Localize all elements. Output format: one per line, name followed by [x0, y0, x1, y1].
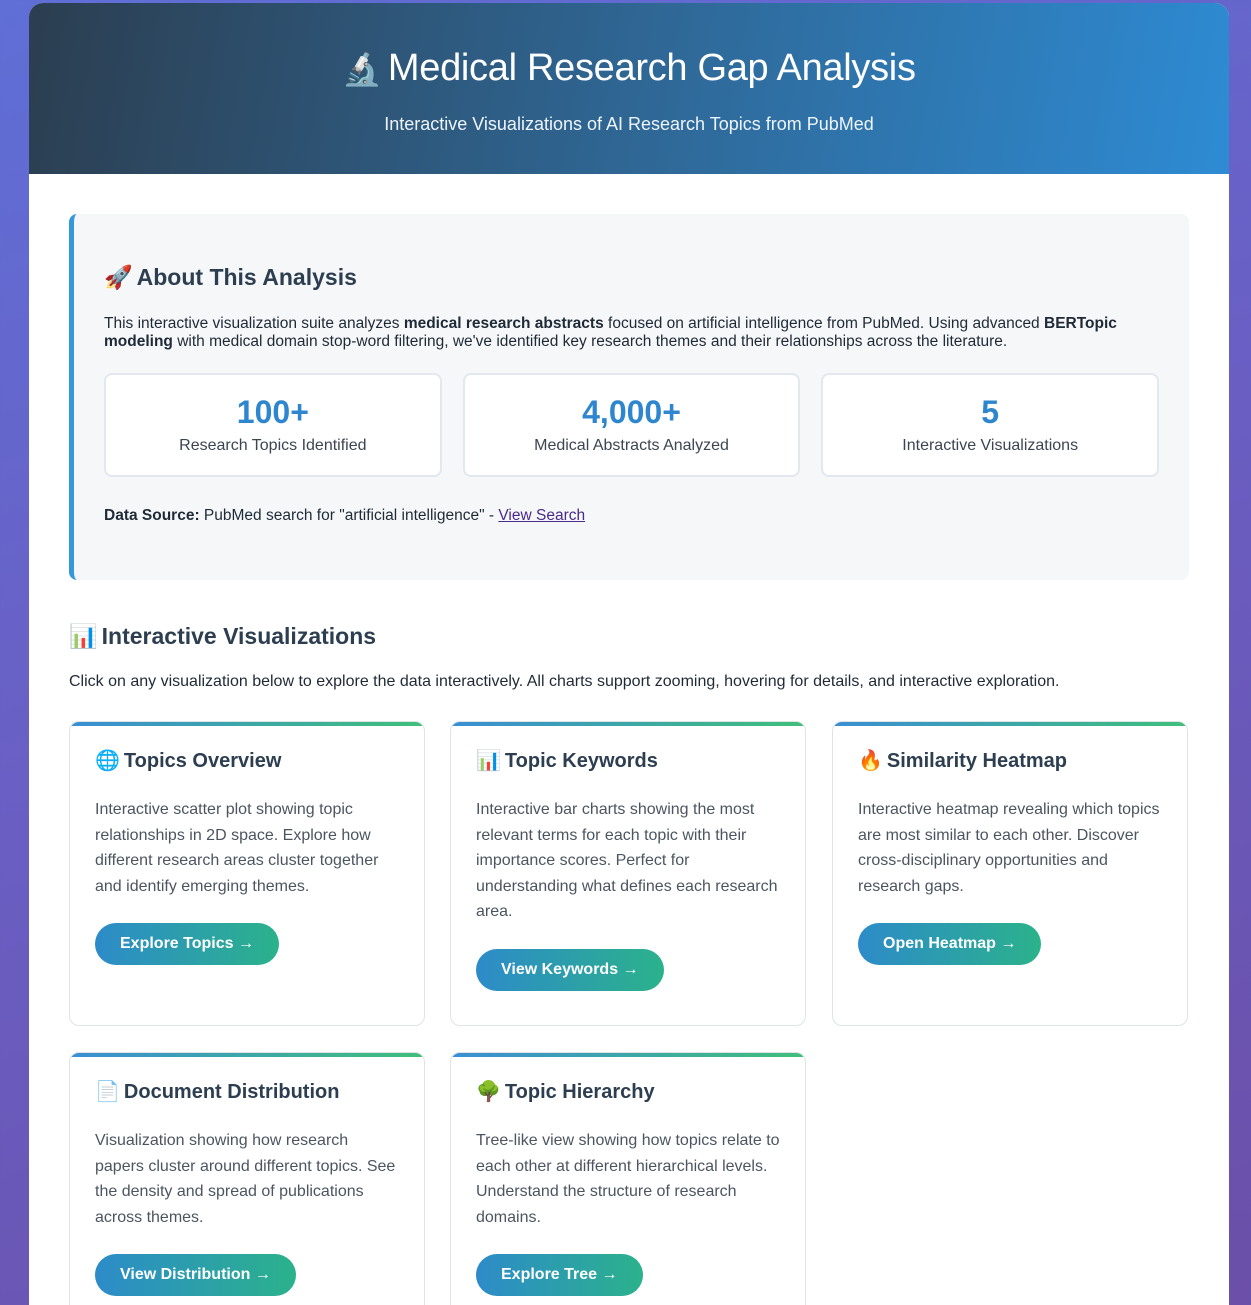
card-topic-keywords: 📊 Topic Keywords Interactive bar charts s… — [450, 721, 806, 1026]
view-distribution-button[interactable]: View Distribution → — [95, 1254, 296, 1296]
card-title: 🌳 Topic Hierarchy — [476, 1079, 780, 1104]
about-section: 🚀 About This Analysis This interactive vi… — [69, 214, 1189, 580]
about-desc-part-3: with medical domain stop-word filtering,… — [172, 333, 1008, 350]
view-search-link[interactable]: View Search — [498, 507, 585, 524]
card-description: Interactive bar charts showing the most … — [476, 801, 778, 920]
card-topics-overview: 🌐 Topics Overview Interactive scatter plo… — [69, 721, 425, 1026]
page-subtitle: Interactive Visualizations of AI Researc… — [384, 114, 874, 134]
stats-row: 100+ Research Topics Identified 4,000+ M… — [104, 373, 1160, 477]
rocket-icon: 🚀 — [104, 264, 133, 290]
card-similarity-heatmap: 🔥 Similarity Heatmap Interactive heatmap … — [832, 721, 1188, 1026]
card-description: Visualization showing how research paper… — [95, 1132, 396, 1226]
visualizations-title: 📊 Interactive Visualizations — [69, 623, 376, 650]
visualizations-description: Click on any visualization below to expl… — [69, 673, 1060, 690]
data-source-text: PubMed search for "artificial intelligen… — [199, 507, 499, 524]
card-title-text: Document Distribution — [123, 1081, 340, 1103]
stat-value: 5 — [981, 394, 1000, 430]
stat-value: 100+ — [236, 394, 309, 430]
card-title-text: Topics Overview — [123, 750, 282, 772]
data-source-label: Data Source: — [104, 507, 200, 524]
about-desc-part-2: focused on artificial intelligence from … — [603, 315, 1044, 332]
card-topic-hierarchy: 🌳 Topic Hierarchy Tree-like view showing … — [450, 1052, 806, 1305]
visualizations-title-text: Interactive Visualizations — [101, 623, 377, 649]
page-header: 🔬 Medical Research Gap Analysis Interacti… — [29, 3, 1229, 174]
tree-icon: 🌳 — [476, 1081, 501, 1103]
stat-label: Medical Abstracts Analyzed — [534, 437, 729, 454]
explore-tree-button[interactable]: Explore Tree → — [476, 1254, 643, 1296]
stat-card-visualizations: 5 Interactive Visualizations — [821, 373, 1160, 477]
globe-icon: 🌐 — [95, 750, 120, 772]
card-title-text: Topic Hierarchy — [504, 1081, 655, 1103]
card-description: Tree-like view showing how topics relate… — [476, 1132, 780, 1226]
document-icon: 📄 — [95, 1081, 120, 1103]
card-description: Interactive heatmap revealing which topi… — [858, 801, 1160, 895]
card-title: 📄 Document Distribution — [95, 1079, 399, 1104]
card-title: 📊 Topic Keywords — [476, 748, 780, 773]
fire-icon: 🔥 — [858, 750, 883, 772]
page-container: 🔬 Medical Research Gap Analysis Interacti… — [29, 3, 1229, 1305]
about-desc-bold-1: medical research abstracts — [403, 315, 604, 332]
open-heatmap-button[interactable]: Open Heatmap → — [858, 923, 1042, 965]
stat-label: Interactive Visualizations — [902, 437, 1079, 454]
stat-card-abstracts: 4,000+ Medical Abstracts Analyzed — [462, 373, 801, 477]
page-title-text: Medical Research Gap Analysis — [387, 47, 916, 89]
stat-card-topics: 100+ Research Topics Identified — [104, 373, 442, 477]
bar-chart-icon: 📊 — [69, 623, 98, 649]
card-title-text: Similarity Heatmap — [886, 750, 1067, 772]
stat-value: 4,000+ — [582, 394, 681, 430]
data-source: Data Source: PubMed search for "artifici… — [104, 507, 1159, 525]
stat-label: Research Topics Identified — [179, 437, 367, 454]
card-title: 🔥 Similarity Heatmap — [858, 748, 1162, 773]
card-title-text: Topic Keywords — [504, 750, 658, 772]
microscope-icon: 🔬 — [342, 51, 382, 87]
card-description: Interactive scatter plot showing topic r… — [95, 801, 379, 895]
about-desc-part-1: This interactive visualization suite ana… — [104, 315, 404, 332]
card-document-distribution: 📄 Document Distribution Visualization sho… — [69, 1052, 425, 1305]
about-title: 🚀 About This Analysis — [104, 264, 1159, 291]
bar-chart-icon: 📊 — [476, 750, 501, 772]
card-title: 🌐 Topics Overview — [95, 748, 399, 773]
explore-topics-button[interactable]: Explore Topics → — [95, 923, 279, 965]
about-description: This interactive visualization suite ana… — [104, 315, 1154, 351]
view-keywords-button[interactable]: View Keywords → — [476, 948, 664, 991]
about-title-text: About This Analysis — [136, 264, 357, 290]
page-title: 🔬 Medical Research Gap Analysis — [29, 3, 1229, 90]
